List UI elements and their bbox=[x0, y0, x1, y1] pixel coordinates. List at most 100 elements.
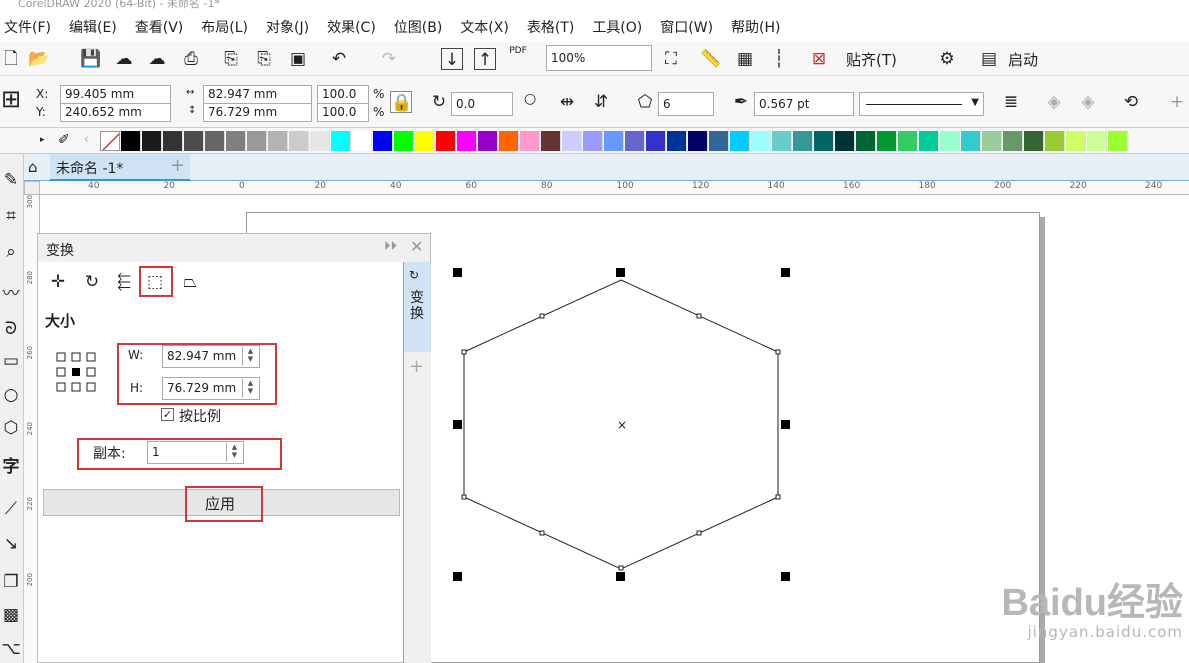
snap-off-icon[interactable]: ⊠ bbox=[808, 48, 830, 70]
color-swatch[interactable] bbox=[583, 131, 603, 151]
print-icon[interactable]: ⎙ bbox=[180, 48, 202, 70]
color-swatch[interactable] bbox=[394, 131, 414, 151]
color-swatch[interactable] bbox=[121, 131, 141, 151]
color-swatch[interactable] bbox=[646, 131, 666, 151]
node-handles[interactable] bbox=[461, 313, 781, 571]
ellipse-tool-icon[interactable]: ○ bbox=[0, 384, 22, 406]
color-swatch[interactable] bbox=[751, 131, 771, 151]
color-swatch[interactable] bbox=[814, 131, 834, 151]
color-swatch[interactable] bbox=[562, 131, 582, 151]
copies-spinner[interactable]: ▲ ▼ bbox=[226, 443, 242, 462]
reference-point-icon[interactable]: ⊞ bbox=[0, 87, 22, 111]
export-arrow-icon[interactable]: ↑ bbox=[474, 48, 496, 70]
home-icon[interactable]: ⌂ bbox=[28, 158, 38, 176]
publish-icon[interactable]: ▣ bbox=[287, 48, 309, 70]
color-swatch[interactable] bbox=[940, 131, 960, 151]
add-docker-icon[interactable]: + bbox=[409, 356, 424, 377]
color-swatch[interactable] bbox=[541, 131, 561, 151]
color-swatch[interactable] bbox=[625, 131, 645, 151]
color-swatch[interactable] bbox=[205, 131, 225, 151]
to-back-icon[interactable]: ◈ bbox=[1077, 91, 1099, 113]
outline-width-field[interactable]: 0.567 pt bbox=[754, 92, 854, 116]
line-style-dropdown[interactable]: ▼ bbox=[859, 92, 984, 116]
color-swatch[interactable] bbox=[856, 131, 876, 151]
mirror-horizontal-icon[interactable]: ⇹ bbox=[556, 91, 578, 113]
zoom-tool-icon[interactable]: ⌕ bbox=[0, 241, 22, 263]
polygon-sides-field[interactable]: 6 bbox=[658, 92, 714, 116]
drop-shadow-icon[interactable]: ❐ bbox=[0, 571, 22, 593]
color-swatch[interactable] bbox=[1066, 131, 1086, 151]
full-screen-icon[interactable]: ⛶ bbox=[660, 48, 682, 70]
color-swatch[interactable] bbox=[499, 131, 519, 151]
polygon-tool-icon[interactable]: ⬡ bbox=[0, 417, 22, 439]
grid-toggle-icon[interactable]: ▦ bbox=[734, 48, 756, 70]
proportional-checkbox[interactable]: ✓ bbox=[161, 408, 174, 421]
shape-tool-icon[interactable]: ✎ bbox=[0, 169, 22, 191]
scale-height-field[interactable]: 100.0 bbox=[317, 103, 369, 122]
tab-document[interactable]: 未命名 -1* bbox=[50, 154, 190, 181]
menu-window[interactable]: 窗口(W) bbox=[656, 17, 727, 37]
color-swatch[interactable] bbox=[667, 131, 687, 151]
cloud-upload-icon[interactable]: ☁ bbox=[146, 48, 168, 70]
rulers-toggle-icon[interactable]: 📏 bbox=[700, 48, 722, 70]
color-swatch[interactable] bbox=[373, 131, 393, 151]
redo-icon[interactable]: ↷ bbox=[378, 48, 400, 70]
color-swatch[interactable] bbox=[961, 131, 981, 151]
artistic-media-icon[interactable]: ᘐ bbox=[0, 318, 22, 340]
save-icon[interactable]: 💾 bbox=[80, 48, 102, 70]
color-swatch[interactable] bbox=[709, 131, 729, 151]
color-swatch[interactable] bbox=[877, 131, 897, 151]
menu-object[interactable]: 对象(J) bbox=[262, 17, 323, 37]
transparency-icon[interactable]: ▩ bbox=[0, 604, 22, 626]
color-swatch[interactable] bbox=[415, 131, 435, 151]
open-folder-icon[interactable]: 📂 bbox=[28, 48, 50, 70]
cloud-download-icon[interactable]: ☁ bbox=[113, 48, 135, 70]
zoom-level-input[interactable]: 100% bbox=[546, 45, 652, 71]
color-swatch[interactable] bbox=[919, 131, 939, 151]
color-swatch[interactable] bbox=[1087, 131, 1107, 151]
collapse-docker-icon[interactable]: ⏵⏵ bbox=[384, 239, 397, 254]
color-swatch[interactable] bbox=[142, 131, 162, 151]
menu-layout[interactable]: 布局(L) bbox=[197, 17, 262, 37]
import-arrow-icon[interactable]: ↓ bbox=[441, 48, 463, 70]
add-tab-button[interactable]: + bbox=[170, 155, 185, 176]
color-swatch[interactable] bbox=[604, 131, 624, 151]
connector-tool-icon[interactable]: ↘ bbox=[0, 533, 22, 555]
color-swatch[interactable] bbox=[898, 131, 918, 151]
lock-ratio-icon[interactable]: 🔒 bbox=[390, 91, 412, 113]
menu-tools[interactable]: 工具(O) bbox=[588, 17, 656, 37]
palette-scroll-left-icon[interactable]: ‹ bbox=[84, 132, 89, 146]
pdf-export-icon[interactable]: PDF bbox=[507, 46, 529, 68]
eyedropper-tool-icon[interactable]: ⌥ bbox=[0, 638, 22, 660]
color-swatch[interactable] bbox=[289, 131, 309, 151]
mirror-vertical-icon[interactable]: ⇵ bbox=[590, 91, 612, 113]
color-swatch[interactable] bbox=[436, 131, 456, 151]
apply-button[interactable]: 应用 bbox=[205, 493, 235, 514]
color-swatch[interactable] bbox=[793, 131, 813, 151]
menu-bitmaps[interactable]: 位图(B) bbox=[390, 17, 457, 37]
eyedropper-icon[interactable]: ✐ bbox=[58, 132, 70, 148]
guidelines-toggle-icon[interactable]: ┆ bbox=[768, 48, 790, 70]
color-swatch[interactable] bbox=[772, 131, 792, 151]
options-gear-icon[interactable]: ⚙ bbox=[936, 48, 958, 70]
object-width-field[interactable]: 82.947 mm bbox=[203, 85, 312, 104]
parallel-dimension-icon[interactable]: ⟋ bbox=[0, 498, 22, 520]
color-swatch[interactable] bbox=[226, 131, 246, 151]
color-swatch[interactable] bbox=[163, 131, 183, 151]
no-color-swatch[interactable] bbox=[100, 131, 120, 151]
object-height-field[interactable]: 76.729 mm bbox=[203, 103, 312, 122]
color-swatch[interactable] bbox=[247, 131, 267, 151]
launch-dropdown[interactable]: 启动 bbox=[1008, 49, 1038, 70]
ruler-origin[interactable] bbox=[24, 181, 40, 195]
palette-scroll-right-icon[interactable]: ▸ bbox=[40, 135, 45, 145]
text-wrap-icon[interactable]: ≣ bbox=[1000, 91, 1022, 113]
horizontal-ruler[interactable]: 40 20 0 20 40 60 80 100 120 140 160 180 200 220 240 bbox=[24, 181, 1189, 195]
close-docker-icon[interactable]: ✕ bbox=[410, 237, 423, 256]
y-position-field[interactable]: 240.652 mm bbox=[60, 103, 171, 122]
menu-view[interactable]: 查看(V) bbox=[131, 17, 198, 37]
color-swatch[interactable] bbox=[478, 131, 498, 151]
menu-help[interactable]: 帮助(H) bbox=[727, 17, 794, 37]
rotate-mode-icon[interactable]: ↻ bbox=[81, 271, 103, 293]
import-icon[interactable]: ⎘ bbox=[220, 48, 242, 70]
rectangle-tool-icon[interactable]: ▭ bbox=[0, 350, 22, 372]
